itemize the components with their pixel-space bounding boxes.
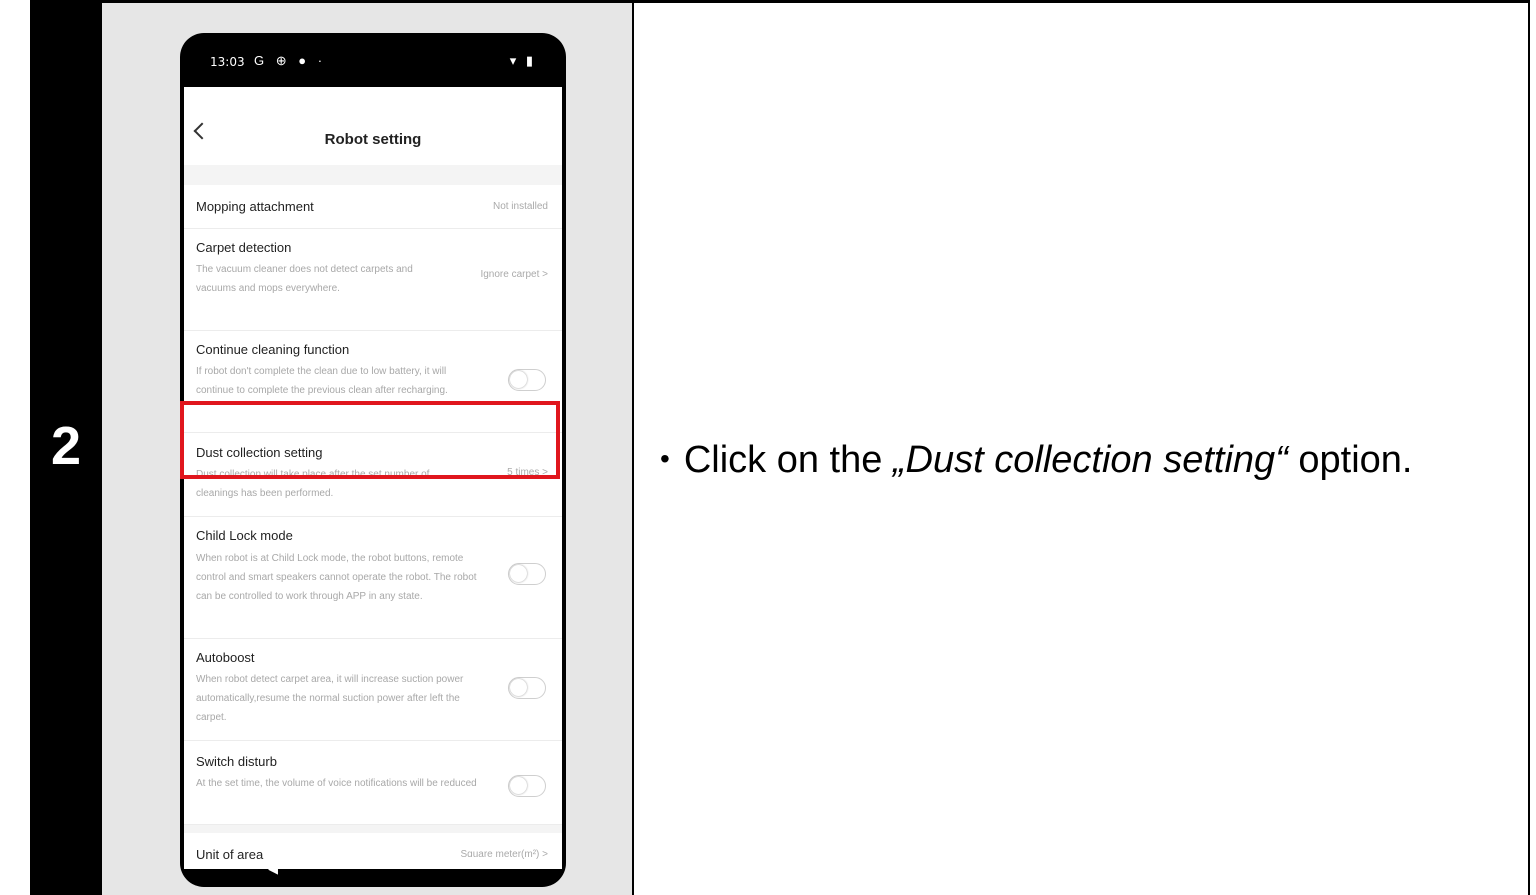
setting-title: Autoboost [196,650,255,665]
setting-row-child-lock[interactable]: Child Lock mode When robot is at Child L… [184,517,562,639]
autoboost-toggle[interactable] [508,677,546,699]
continue-cleaning-toggle[interactable] [508,369,546,391]
setting-description: If robot don't complete the clean due to… [196,366,448,396]
bullet: • [660,443,670,474]
switch-disturb-toggle[interactable] [508,775,546,797]
setting-description: When robot is at Child Lock mode, the ro… [196,553,477,602]
setting-description: At the set time, the volume of voice not… [196,778,477,789]
setting-value: Ignore carpet > [480,269,548,280]
step-column: 2 [30,0,102,895]
setting-row-switch-disturb[interactable]: Switch disturb At the set time, the volu… [184,741,562,825]
setting-value: Not installed [492,201,548,212]
app-bar: Robot setting [184,87,562,165]
setting-row-carpet-detection[interactable]: Carpet detection The vacuum cleaner does… [184,229,562,331]
setting-value: Square meter(m²) > [460,849,548,860]
instruction-suffix: option. [1287,439,1413,481]
nav-recents-icon[interactable] [462,857,472,867]
instruction-cell: • Click on the „Dust collection setting“ … [634,0,1530,895]
status-notification-icons: G ⊕ ● · [254,53,327,68]
nav-back-icon[interactable]: ◀ [268,861,278,877]
nav-home-icon[interactable] [367,856,379,868]
instruction-prefix: Click on the [683,439,893,481]
dust-collection-highlight-box [180,401,560,479]
setting-description: The vacuum cleaner does not detect carpe… [196,264,413,294]
status-time: 13:03 [210,55,245,69]
settings-list: Mopping attachment Not installed Carpet … [184,185,562,825]
child-lock-toggle[interactable] [508,563,546,585]
setting-row-mopping-attachment[interactable]: Mopping attachment Not installed [184,185,562,229]
setting-description: When robot detect carpet area, it will i… [196,674,464,723]
status-bar: 13:03 G ⊕ ● · ▾ ▮ [180,33,566,87]
setting-row-autoboost[interactable]: Autoboost When robot detect carpet area,… [184,639,562,741]
instruction-text: • Click on the „Dust collection setting“ … [660,439,1413,482]
setting-title: Switch disturb [196,754,277,769]
status-wifi-battery-icon: ▾ ▮ [509,53,536,68]
setting-title: Carpet detection [196,240,292,255]
setting-title: Mopping attachment [196,199,314,214]
instruction-emphasis: „Dust collection setting“ [892,439,1288,481]
setting-title: Unit of area [196,847,264,862]
setting-title: Continue cleaning function [196,342,350,357]
step-number: 2 [50,416,82,476]
setting-title: Child Lock mode [196,528,293,543]
page-title: Robot setting [324,131,422,148]
